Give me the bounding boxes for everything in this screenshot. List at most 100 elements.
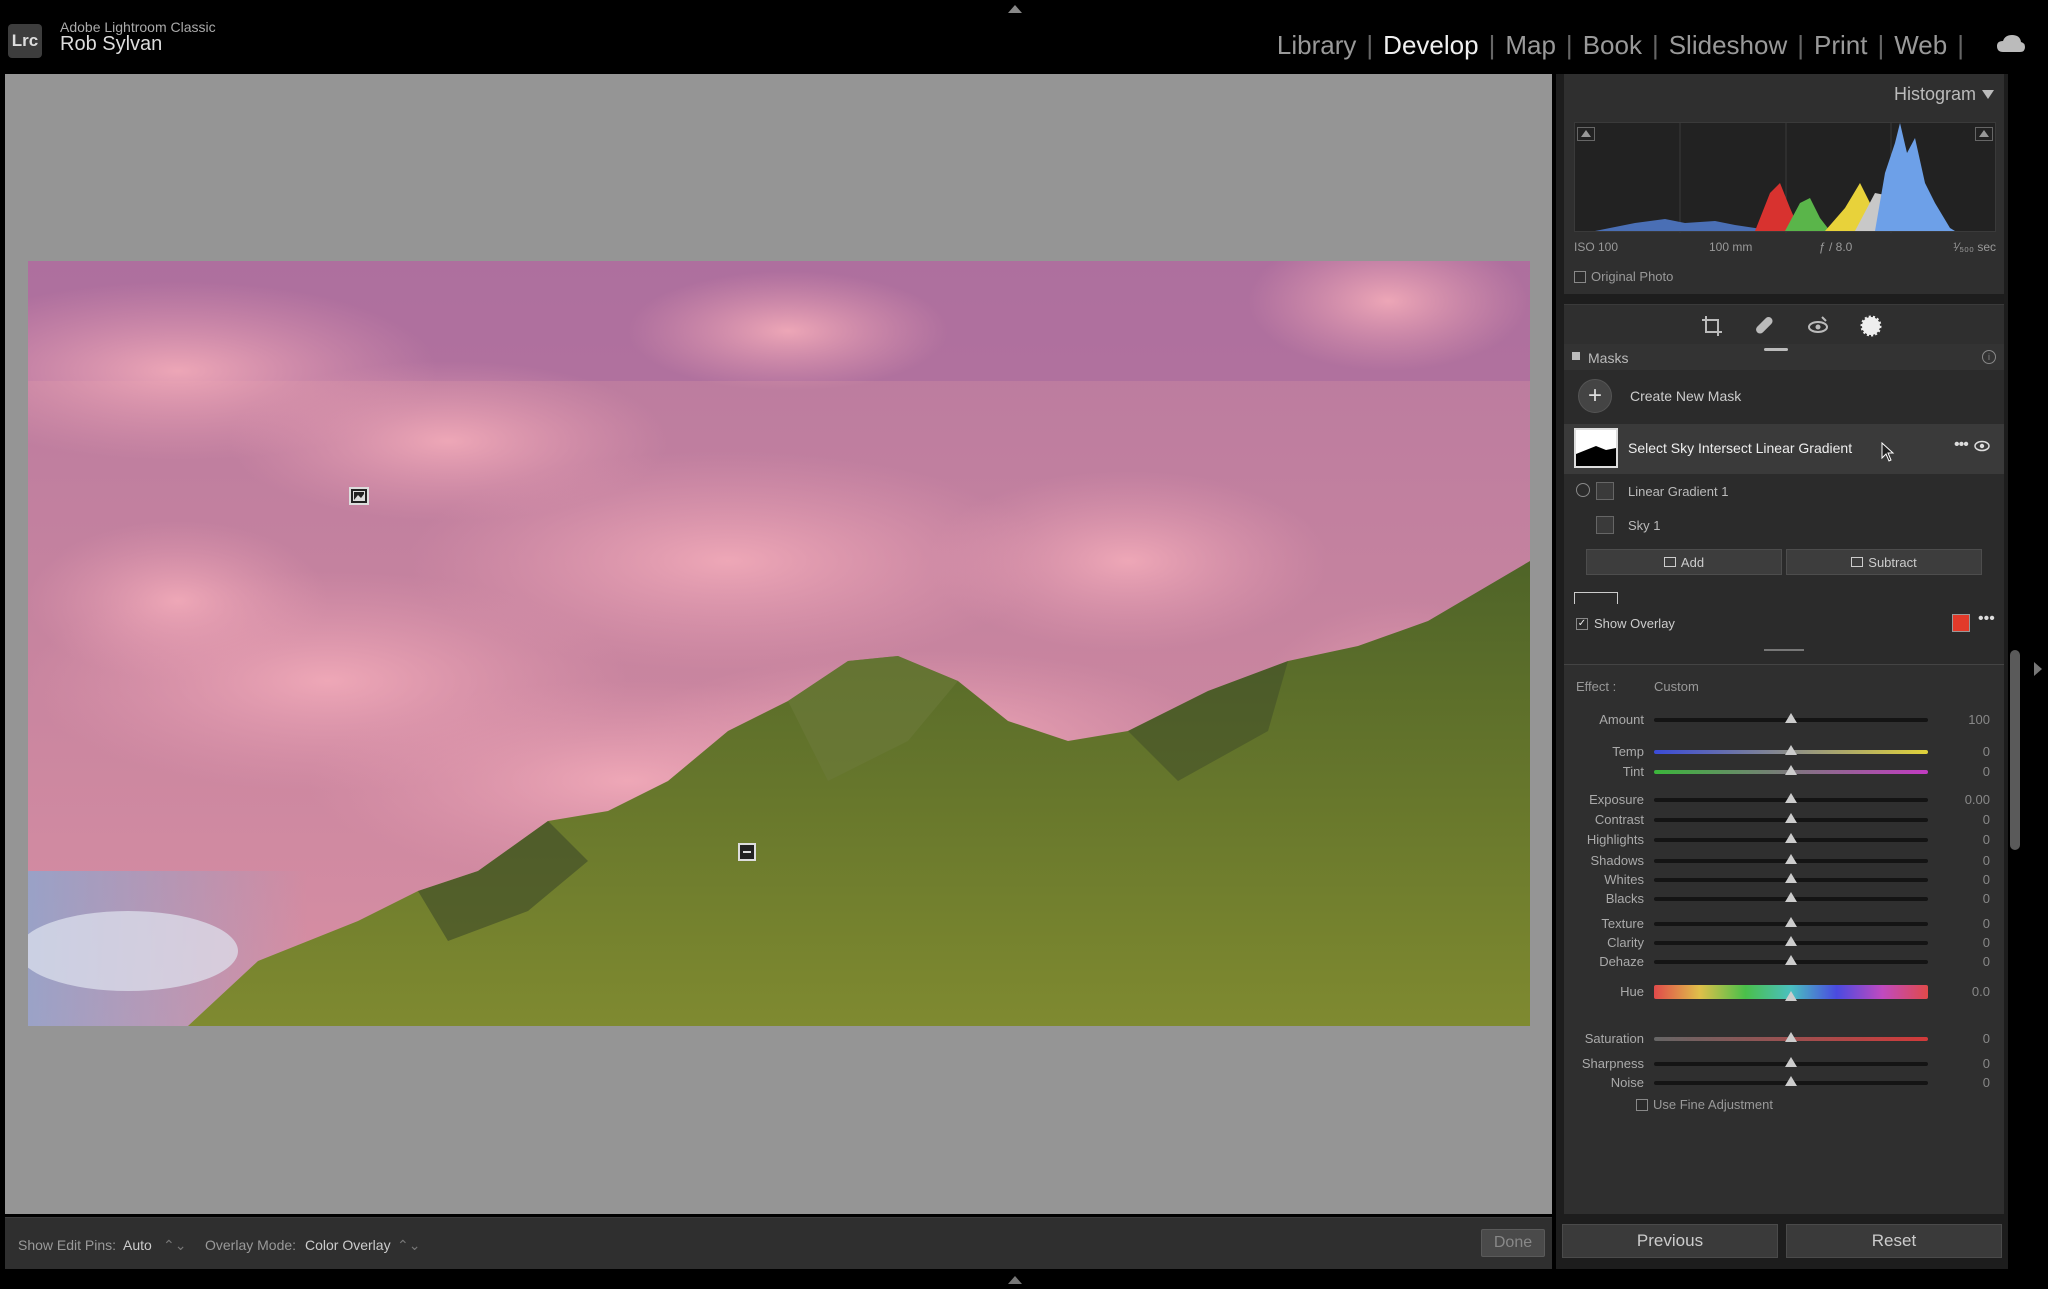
photo-viewer[interactable] [5, 74, 1552, 1214]
reset-button[interactable]: Reset [1786, 1224, 2002, 1258]
slider-thumb[interactable] [1785, 813, 1797, 823]
slider-thumb[interactable] [1785, 991, 1797, 1001]
right-panel-toggle-icon[interactable] [2034, 662, 2042, 676]
panel-scrollbar[interactable] [2010, 650, 2020, 850]
slider-value[interactable]: 0 [1983, 832, 1990, 847]
slider-value[interactable]: 0 [1983, 916, 1990, 931]
slider-thumb[interactable] [1785, 1057, 1797, 1067]
redeye-icon[interactable] [1807, 315, 1829, 337]
slider-value[interactable]: 0 [1983, 872, 1990, 887]
fine-adjustment-checkbox[interactable] [1636, 1099, 1648, 1111]
slider-thumb[interactable] [1785, 873, 1797, 883]
slider-thumb[interactable] [1785, 765, 1797, 775]
edit-pin-sky[interactable] [349, 487, 369, 505]
slider-value[interactable]: 0 [1983, 744, 1990, 759]
slider-thumb[interactable] [1785, 833, 1797, 843]
previous-button[interactable]: Previous [1562, 1224, 1778, 1258]
show-overlay-checkbox[interactable]: ✓ [1576, 618, 1588, 630]
resize-handle-icon[interactable] [1764, 649, 1804, 651]
healing-icon[interactable] [1754, 315, 1776, 337]
slider-thumb[interactable] [1785, 955, 1797, 965]
module-develop[interactable]: Develop [1383, 30, 1478, 61]
overlay-color-swatch[interactable] [1952, 614, 1970, 632]
histogram-title[interactable]: Histogram [1894, 84, 1976, 105]
cloud-icon[interactable] [1996, 34, 2026, 54]
slider-thumb[interactable] [1785, 745, 1797, 755]
slider-value[interactable]: 0 [1983, 812, 1990, 827]
slider-temp[interactable]: Temp0 [1564, 742, 2004, 762]
crop-icon[interactable] [1701, 315, 1723, 337]
slider-value[interactable]: 0 [1983, 1031, 1990, 1046]
original-photo-checkbox[interactable] [1574, 271, 1586, 283]
slider-thumb[interactable] [1785, 793, 1797, 803]
slider-noise[interactable]: Noise0 [1564, 1073, 2004, 1093]
done-button[interactable]: Done [1481, 1229, 1545, 1257]
slider-sharpness[interactable]: Sharpness0 [1564, 1054, 2004, 1074]
edit-pin-gradient[interactable] [738, 843, 756, 861]
top-panel-toggle-icon[interactable] [1008, 5, 1022, 13]
slider-amount[interactable]: Amount100 [1564, 710, 2004, 730]
eye-icon[interactable] [1974, 440, 1990, 452]
slider-value[interactable]: 0 [1983, 954, 1990, 969]
add-mask-button[interactable]: Add [1586, 549, 1782, 575]
info-icon[interactable]: i [1982, 350, 1996, 364]
panel-switch-icon[interactable] [1572, 352, 1580, 360]
slider-clarity[interactable]: Clarity0 [1564, 933, 2004, 953]
slider-thumb[interactable] [1785, 936, 1797, 946]
mask-item-selected[interactable]: Select Sky Intersect Linear Gradient ••• [1564, 424, 2004, 474]
slider-tint[interactable]: Tint0 [1564, 762, 2004, 782]
overlay-options-icon[interactable]: ••• [1978, 610, 1995, 628]
overlay-mode-select[interactable]: Color Overlay [305, 1237, 391, 1253]
plus-icon[interactable]: + [1578, 379, 1612, 413]
slider-value[interactable]: 0 [1983, 935, 1990, 950]
slider-value[interactable]: 0 [1983, 853, 1990, 868]
masks-header[interactable]: Masks i [1564, 344, 2004, 370]
masking-icon[interactable] [1860, 315, 1882, 337]
slider-thumb[interactable] [1785, 892, 1797, 902]
fine-adjustment-toggle[interactable]: Use Fine Adjustment [1636, 1097, 1773, 1112]
slider-dehaze[interactable]: Dehaze0 [1564, 952, 2004, 972]
slider-contrast[interactable]: Contrast0 [1564, 810, 2004, 830]
more-options-icon[interactable]: ••• [1954, 436, 1968, 454]
slider-saturation[interactable]: Saturation0 [1564, 1029, 2004, 1049]
slider-whites[interactable]: Whites0 [1564, 870, 2004, 890]
subtract-mask-button[interactable]: Subtract [1786, 549, 1982, 575]
module-map[interactable]: Map [1505, 30, 1556, 61]
collapse-triangle-icon[interactable] [1982, 90, 1994, 99]
slider-thumb[interactable] [1785, 917, 1797, 927]
slider-value[interactable]: 0.00 [1965, 792, 1990, 807]
drag-handle-icon[interactable] [1764, 348, 1788, 351]
slider-value[interactable]: 0 [1983, 891, 1990, 906]
slider-texture[interactable]: Texture0 [1564, 914, 2004, 934]
create-new-mask-button[interactable]: + Create New Mask [1564, 374, 2004, 418]
mask-component-sky[interactable]: Sky 1 [1564, 508, 2004, 542]
show-edit-pins-select[interactable]: Auto [123, 1237, 152, 1253]
module-book[interactable]: Book [1583, 30, 1642, 61]
effect-preset-select[interactable]: Custom [1654, 679, 1699, 694]
photo-canvas[interactable] [28, 261, 1530, 1026]
slider-exposure[interactable]: Exposure0.00 [1564, 790, 2004, 810]
bottom-panel-toggle-icon[interactable] [1008, 1276, 1022, 1284]
slider-thumb[interactable] [1785, 1076, 1797, 1086]
slider-hue[interactable]: Hue0.0 [1564, 982, 2004, 1002]
slider-thumb[interactable] [1785, 713, 1797, 723]
module-web[interactable]: Web [1894, 30, 1947, 61]
slider-value[interactable]: 0 [1983, 1075, 1990, 1090]
show-overlay-toggle[interactable]: ✓ Show Overlay [1576, 616, 1675, 631]
mask-component-linear-gradient[interactable]: Linear Gradient 1 [1564, 474, 2004, 508]
histogram-graph[interactable] [1574, 122, 1996, 232]
slider-thumb[interactable] [1785, 1032, 1797, 1042]
slider-value[interactable]: 0 [1983, 764, 1990, 779]
module-print[interactable]: Print [1814, 30, 1867, 61]
mask-thumbnail[interactable] [1574, 592, 1618, 604]
module-library[interactable]: Library [1277, 30, 1356, 61]
module-slideshow[interactable]: Slideshow [1669, 30, 1788, 61]
slider-thumb[interactable] [1785, 854, 1797, 864]
slider-value[interactable]: 100 [1968, 712, 1990, 727]
original-photo-toggle[interactable]: Original Photo [1574, 269, 1673, 284]
slider-value[interactable]: 0 [1983, 1056, 1990, 1071]
slider-shadows[interactable]: Shadows0 [1564, 851, 2004, 871]
slider-value[interactable]: 0.0 [1972, 984, 1990, 999]
slider-blacks[interactable]: Blacks0 [1564, 889, 2004, 909]
slider-highlights[interactable]: Highlights0 [1564, 830, 2004, 850]
